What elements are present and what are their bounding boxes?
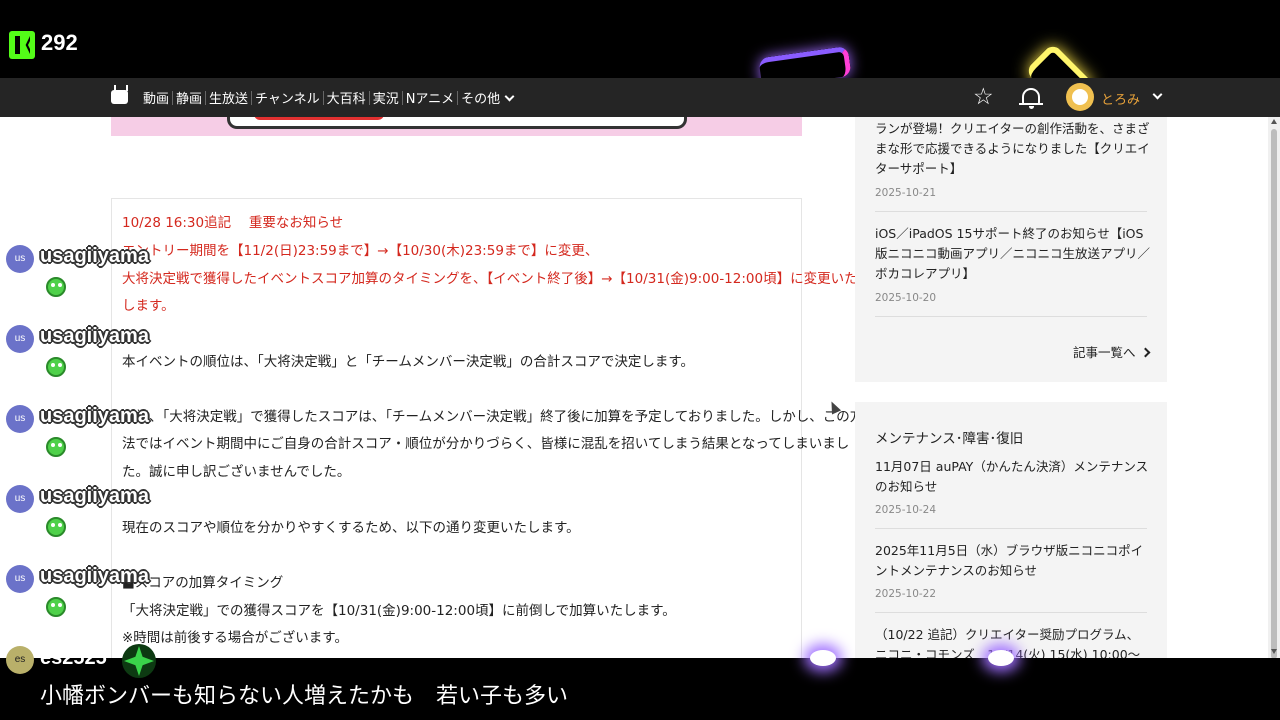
news-card: ランが登場！クリエイターの創作活動を、さまざまな形で応援できるようになりました【… <box>855 117 1167 382</box>
divider <box>875 528 1147 529</box>
page-content: 10/28 16:30追記 重要なお知らせ エントリー期間を【11/2(日)23… <box>0 117 1268 658</box>
chevron-down-icon[interactable] <box>1152 89 1163 100</box>
article-body: 10/28 16:30追記 重要なお知らせ エントリー期間を【11/2(日)23… <box>111 198 863 658</box>
viewer-count: 292 <box>41 30 78 55</box>
maintenance-card: メンテナンス･障害･復旧 11月07日 auPAY（かんたん決済）メンテナンスの… <box>855 402 1167 658</box>
maintenance-item-title[interactable]: 2025年11月5日（水）ブラウザ版ニコニコポイントメンテナンスのお知らせ <box>875 541 1150 581</box>
glow-decoration <box>988 650 1014 666</box>
neon-decoration <box>758 45 852 78</box>
chat-avatar: us <box>6 325 34 353</box>
article-line: 「大将決定戦」での獲得スコアを【10/31(金)9:00-12:00頃】に前倒し… <box>122 603 676 619</box>
star-icon[interactable]: ☆ <box>973 85 994 109</box>
maintenance-item-title[interactable]: （10/22 追記）クリエイター奨励プログラム、ニコニ・コモンズ 10/14(火… <box>875 625 1150 658</box>
page-scrollbar[interactable] <box>1268 117 1280 659</box>
article-line: 当初、「大将決定戦」で獲得したスコアは、「チームメンバー決定戦」終了後に加算を予… <box>122 409 864 425</box>
article-line: 現在のスコアや順位を分かりやすくするため、以下の通り変更いたします。 <box>122 520 580 536</box>
user-avatar[interactable] <box>1066 83 1094 111</box>
emote-icon <box>46 277 66 297</box>
chat-username: usagiiyama <box>40 325 149 347</box>
site-nav-bar: 動画 静画 生放送 チャンネル 大百科 実況 Nアニメ その他 ☆ とろみ <box>0 78 1280 117</box>
neon-decoration <box>1024 42 1096 78</box>
more-articles-link[interactable]: 記事一覧へ <box>1073 342 1150 361</box>
article-line: エントリー期間を【11/2(日)23:59まで】→【10/30(木)23:59ま… <box>122 243 599 259</box>
chat-username: usagiiyama <box>40 565 149 587</box>
article-line: ※時間は前後する場合がございます。 <box>122 630 348 646</box>
maintenance-heading: メンテナンス･障害･復旧 <box>875 431 1024 447</box>
article-line: します。 <box>122 298 175 314</box>
maintenance-item-date: 2025-10-22 <box>875 588 937 600</box>
scroll-down-icon[interactable] <box>1271 649 1277 654</box>
chevron-right-icon <box>1140 347 1150 358</box>
divider <box>875 612 1147 613</box>
chat-avatar: es <box>6 646 34 674</box>
scroll-thumb[interactable] <box>1271 129 1277 659</box>
chat-username: es2525 <box>40 647 107 669</box>
chat-message-text: 小幡ボンバーも知らない人増えたかも 若い子も多い <box>40 684 569 709</box>
chat-username: usagiiyama <box>40 245 149 267</box>
news-item-title[interactable]: ランが登場！クリエイターの創作活動を、さまざまな形で応援できるようになりました【… <box>875 119 1150 179</box>
more-articles-label: 記事一覧へ <box>1073 345 1136 360</box>
article-line: 法ではイベント期間中にご自身の合計スコア・順位が分かりづらく、皆様に混乱を招いて… <box>122 436 850 452</box>
chat-avatar: us <box>6 565 34 593</box>
niconico-tv-icon[interactable] <box>111 90 128 104</box>
nav-item-seiga[interactable]: 静画 <box>173 88 205 107</box>
event-banner[interactable] <box>111 117 802 136</box>
kick-logo-icon <box>9 31 35 59</box>
chat-username: usagiiyama <box>40 405 149 427</box>
emote-icon <box>46 517 66 537</box>
chat-avatar: us <box>6 245 34 273</box>
nav-item-jikkyo[interactable]: 実況 <box>370 88 402 107</box>
emote-icon <box>46 437 66 457</box>
chat-username: usagiiyama <box>40 485 149 507</box>
stream-top-bar: 292 <box>0 0 1280 78</box>
divider <box>875 316 1147 317</box>
chat-avatar: us <box>6 405 34 433</box>
nav-item-live[interactable]: 生放送 <box>206 88 251 107</box>
news-item-date: 2025-10-21 <box>875 187 937 199</box>
article-line: 10/28 16:30追記 重要なお知らせ <box>122 215 344 231</box>
banner-red-bar <box>254 117 384 120</box>
glow-decoration <box>810 650 836 666</box>
maintenance-item-title[interactable]: 11月07日 auPAY（かんたん決済）メンテナンスのお知らせ <box>875 457 1150 497</box>
news-item-title[interactable]: iOS／iPadOS 15サポート終了のお知らせ【iOS版ニコニコ動画アプリ／ニ… <box>875 224 1150 284</box>
nav-item-anime[interactable]: Nアニメ <box>403 88 457 107</box>
news-item-date: 2025-10-20 <box>875 292 937 304</box>
nav-item-more-label: その他 <box>461 92 501 107</box>
nav-item-channel[interactable]: チャンネル <box>252 88 323 107</box>
emote-icon <box>46 597 66 617</box>
username[interactable]: とろみ <box>1101 89 1140 108</box>
emote-icon <box>46 357 66 377</box>
article-line: た。誠に申し訳ございませんでした。 <box>122 464 351 480</box>
bell-icon[interactable] <box>1019 88 1043 109</box>
divider <box>875 211 1147 212</box>
nav-links: 動画 静画 生放送 チャンネル 大百科 実況 Nアニメ その他 <box>140 88 516 107</box>
nav-item-video[interactable]: 動画 <box>140 88 172 107</box>
banner-pill <box>227 117 687 129</box>
scroll-up-icon[interactable] <box>1271 119 1277 124</box>
article-line: 本イベントの順位は、「大将決定戦」と「チームメンバー決定戦」の合計スコアで決定し… <box>122 354 694 370</box>
nav-item-dic[interactable]: 大百科 <box>324 88 369 107</box>
article-line: 大将決定戦で獲得したイベントスコア加算のタイミングを、【イベント終了後】→【10… <box>122 271 858 287</box>
nav-item-more[interactable]: その他 <box>458 88 516 107</box>
chat-avatar: us <box>6 485 34 513</box>
maintenance-item-date: 2025-10-24 <box>875 504 937 516</box>
chevron-down-icon <box>504 91 515 102</box>
